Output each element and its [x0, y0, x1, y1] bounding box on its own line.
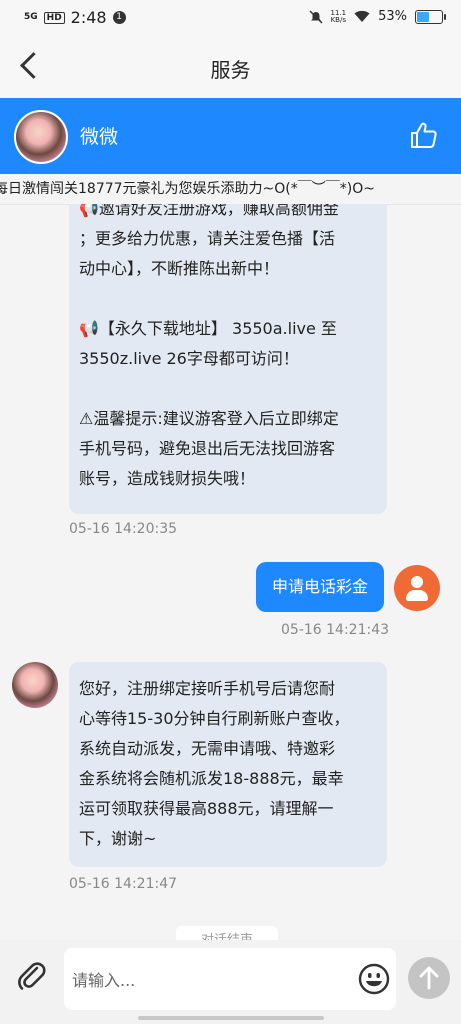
message-line: 金系统将会随机派发18-888元，最幸	[79, 769, 344, 788]
battery-fill	[417, 11, 430, 22]
input-area	[0, 940, 461, 1024]
notification-count-badge: 1	[112, 11, 126, 24]
chat-area[interactable]: 📢邀请好友注册游戏，赚取高额佣金 ；更多给力优惠，请关注爱色播【活 动中心】，不…	[0, 204, 461, 940]
message-line: 📢【永久下载地址】 3550a.live 至	[79, 319, 337, 338]
status-time: 2:48	[70, 8, 107, 27]
agent-message-bubble: 📢邀请好友注册游戏，赚取高额佣金 ；更多给力优惠，请关注爱色播【活 动中心】，不…	[69, 204, 387, 514]
person-icon-head	[411, 576, 423, 588]
user-message-bubble: 申请电话彩金	[256, 562, 384, 612]
battery-percent: 53%	[378, 9, 407, 24]
message-blank-line	[79, 374, 377, 404]
agent-message-bubble: 您好，注册绑定接听手机号后请您耐 心等待15-30分钟自行刷新账户查收， 系统自…	[69, 662, 387, 867]
send-button[interactable]	[408, 957, 450, 999]
message-input[interactable]	[70, 964, 354, 996]
net-speed-unit: KB/s	[330, 15, 346, 24]
network-indicator: 5G	[24, 12, 38, 22]
message-timestamp: 05-16 14:21:47	[69, 876, 178, 892]
battery-icon	[415, 9, 446, 24]
message-line: 手机号码，避免退出后无法找回游客	[79, 439, 336, 458]
agent-header: 微微	[0, 98, 461, 174]
user-avatar	[394, 565, 440, 611]
announcement-marquee: 每日激情闯关18777元豪礼为您娱乐添助力~O(*￣︶￣*)O~	[0, 174, 461, 205]
hd-badge: HD	[43, 11, 65, 24]
message-blank-line	[79, 284, 377, 314]
nav-bar: 服务	[0, 36, 461, 98]
agent-name: 微微	[80, 126, 119, 148]
message-line: 心等待15-30分钟自行刷新账户查收，	[79, 709, 350, 728]
message-line: 3550z.live 26字母都可访问！	[79, 349, 299, 368]
message-line: ⚠温馨提示:建议游客登入后立即绑定	[79, 409, 339, 428]
message-input-container	[64, 948, 396, 1010]
message-line: 动中心】，不断推陈出新中！	[79, 259, 280, 278]
wifi-icon	[354, 10, 370, 22]
arrow-up-icon	[419, 966, 439, 990]
marquee-text: 每日激情闯关18777元豪礼为您娱乐添助力~O(*￣︶￣*)O~	[0, 181, 375, 197]
message-line: 📢邀请好友注册游戏，赚取高额佣金	[79, 204, 339, 218]
agent-avatar	[14, 110, 68, 164]
net-speed: 11.1 KB/s	[330, 9, 347, 24]
message-line: ；更多给力优惠，请关注爱色播【活	[79, 229, 336, 248]
page-title: 服务	[210, 58, 251, 82]
smiley-icon[interactable]	[358, 963, 390, 995]
message-timestamp: 05-16 14:20:35	[69, 521, 178, 537]
agent-avatar	[12, 662, 58, 708]
status-bar: 5G HD 2:48 1 11.1 KB/s 53%	[0, 0, 461, 36]
message-line: 系统自动派发，无需申请哦、特邀彩	[79, 739, 336, 758]
message-timestamp: 05-16 14:21:43	[281, 622, 390, 638]
message-line: 下，谢谢~	[79, 829, 157, 848]
thumbs-up-icon[interactable]	[409, 120, 439, 150]
mute-icon	[308, 9, 323, 24]
home-indicator	[138, 1016, 324, 1020]
person-icon-body	[406, 590, 428, 601]
paperclip-icon[interactable]	[14, 958, 50, 994]
conversation-end-note: 对话结束	[176, 926, 278, 940]
message-line: 账号，造成钱财损失哦！	[79, 469, 256, 488]
message-line: 运可领取获得最高888元，请理解一	[79, 799, 334, 818]
message-line: 您好，注册绑定接听手机号后请您耐	[79, 679, 336, 698]
